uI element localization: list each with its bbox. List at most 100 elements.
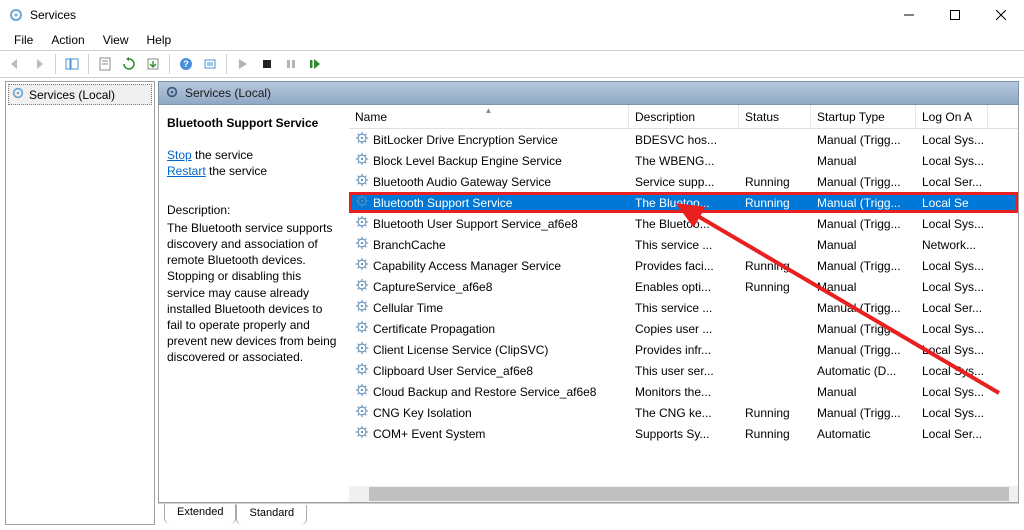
menu-view[interactable]: View	[95, 31, 137, 49]
properties-button[interactable]	[94, 53, 116, 75]
service-logon: Local Sys...	[916, 322, 988, 336]
service-logon: Local Sys...	[916, 217, 988, 231]
restart-service-button[interactable]	[304, 53, 326, 75]
table-row[interactable]: Block Level Backup Engine ServiceThe WBE…	[349, 150, 1018, 171]
service-startup: Manual (Trigg...	[811, 217, 916, 231]
service-name: BitLocker Drive Encryption Service	[373, 133, 558, 147]
service-description: This service ...	[629, 238, 739, 252]
restart-service-link[interactable]: Restart	[167, 164, 206, 178]
toolbar: ?	[0, 50, 1024, 78]
service-status: Running	[739, 259, 811, 273]
service-status: Running	[739, 427, 811, 441]
service-logon: Local Sys...	[916, 385, 988, 399]
table-row[interactable]: Cloud Backup and Restore Service_af6e8Mo…	[349, 381, 1018, 402]
gear-icon	[355, 299, 369, 316]
table-row[interactable]: Client License Service (ClipSVC)Provides…	[349, 339, 1018, 360]
gear-icon	[355, 425, 369, 442]
service-status: Running	[739, 196, 811, 210]
back-button[interactable]	[4, 53, 26, 75]
service-startup: Manual (Trigg...	[811, 301, 916, 315]
column-header-startup[interactable]: Startup Type	[811, 105, 916, 128]
service-name: Bluetooth Support Service	[373, 196, 512, 210]
service-name: Bluetooth Audio Gateway Service	[373, 175, 551, 189]
table-row[interactable]: COM+ Event SystemSupports Sy...RunningAu…	[349, 423, 1018, 444]
column-headers: Name Description Status Startup Type Log…	[349, 105, 1018, 129]
table-row[interactable]: Bluetooth Support ServiceThe Bluetoo...R…	[349, 192, 1018, 213]
minimize-button[interactable]	[886, 0, 932, 30]
table-row[interactable]: Bluetooth Audio Gateway Service Service s…	[349, 171, 1018, 192]
window-title: Services	[30, 8, 886, 22]
tree-pane: Services (Local)	[5, 81, 155, 525]
table-row[interactable]: CNG Key IsolationThe CNG ke...RunningMan…	[349, 402, 1018, 423]
service-name: Capability Access Manager Service	[373, 259, 561, 273]
service-description: The WBENG...	[629, 154, 739, 168]
column-header-name[interactable]: Name	[349, 105, 629, 128]
column-header-status[interactable]: Status	[739, 105, 811, 128]
menu-help[interactable]: Help	[139, 31, 180, 49]
gear-icon	[355, 236, 369, 253]
pause-service-button[interactable]	[280, 53, 302, 75]
export-list-button[interactable]	[142, 53, 164, 75]
gear-icon	[355, 362, 369, 379]
toolbar-separator	[55, 54, 56, 74]
forward-button[interactable]	[28, 53, 50, 75]
service-description: This service ...	[629, 301, 739, 315]
stop-service-link[interactable]: Stop	[167, 148, 192, 162]
column-header-description[interactable]: Description	[629, 105, 739, 128]
description-label: Description:	[167, 202, 339, 218]
service-logon: Local Ser...	[916, 427, 988, 441]
tab-standard[interactable]: Standard	[236, 505, 307, 525]
tree-item-label: Services (Local)	[29, 88, 115, 102]
service-logon: Local Sys...	[916, 280, 988, 294]
table-row[interactable]: Capability Access Manager ServiceProvide…	[349, 255, 1018, 276]
service-description: Service supp...	[629, 175, 739, 189]
toolbar-additional-button[interactable]	[199, 53, 221, 75]
description-text: The Bluetooth service supports discovery…	[167, 220, 339, 366]
horizontal-scrollbar[interactable]	[349, 486, 1018, 502]
toolbar-separator	[226, 54, 227, 74]
table-row[interactable]: BranchCacheThis service ...ManualNetwork…	[349, 234, 1018, 255]
menu-file[interactable]: File	[6, 31, 41, 49]
refresh-button[interactable]	[118, 53, 140, 75]
table-row[interactable]: Clipboard User Service_af6e8This user se…	[349, 360, 1018, 381]
table-row[interactable]: BitLocker Drive Encryption Service BDESVC…	[349, 129, 1018, 150]
service-description: The CNG ke...	[629, 406, 739, 420]
gear-icon	[355, 194, 369, 211]
gear-icon	[355, 383, 369, 400]
service-name: Certificate Propagation	[373, 322, 495, 336]
help-button[interactable]: ?	[175, 53, 197, 75]
service-status: Running	[739, 406, 811, 420]
service-logon: Local Sys...	[916, 343, 988, 357]
service-logon: Local Sys...	[916, 406, 988, 420]
start-service-button[interactable]	[232, 53, 254, 75]
menu-action[interactable]: Action	[43, 31, 92, 49]
table-row[interactable]: Cellular TimeThis service ...Manual (Tri…	[349, 297, 1018, 318]
stop-service-button[interactable]	[256, 53, 278, 75]
tabs-strip: Extended Standard	[158, 503, 1019, 525]
show-hide-tree-button[interactable]	[61, 53, 83, 75]
service-logon: Local Sys...	[916, 364, 988, 378]
table-row[interactable]: Bluetooth User Support Service_af6e8The …	[349, 213, 1018, 234]
service-name: Client License Service (ClipSVC)	[373, 343, 548, 357]
service-startup: Automatic	[811, 427, 916, 441]
service-name: Cloud Backup and Restore Service_af6e8	[373, 385, 596, 399]
service-name: Bluetooth User Support Service_af6e8	[373, 217, 578, 231]
close-button[interactable]	[978, 0, 1024, 30]
titlebar: Services	[0, 0, 1024, 30]
menubar: File Action View Help	[0, 30, 1024, 50]
service-startup: Manual (Trigg...	[811, 259, 916, 273]
tree-item-services-local[interactable]: Services (Local)	[8, 84, 152, 105]
maximize-button[interactable]	[932, 0, 978, 30]
service-name: CNG Key Isolation	[373, 406, 472, 420]
table-row[interactable]: Certificate PropagationCopies user ...Ma…	[349, 318, 1018, 339]
service-logon: Local Ser...	[916, 301, 988, 315]
service-description: BDESVC hos...	[629, 133, 739, 147]
service-startup: Manual (Trigg...	[811, 175, 916, 189]
selected-service-name: Bluetooth Support Service	[167, 115, 339, 131]
service-description: Enables opti...	[629, 280, 739, 294]
content-header-title: Services (Local)	[185, 86, 271, 100]
restart-suffix: the service	[206, 164, 267, 178]
column-header-logon[interactable]: Log On A	[916, 105, 988, 128]
table-row[interactable]: CaptureService_af6e8Enables opti...Runni…	[349, 276, 1018, 297]
tab-extended[interactable]: Extended	[164, 504, 236, 524]
